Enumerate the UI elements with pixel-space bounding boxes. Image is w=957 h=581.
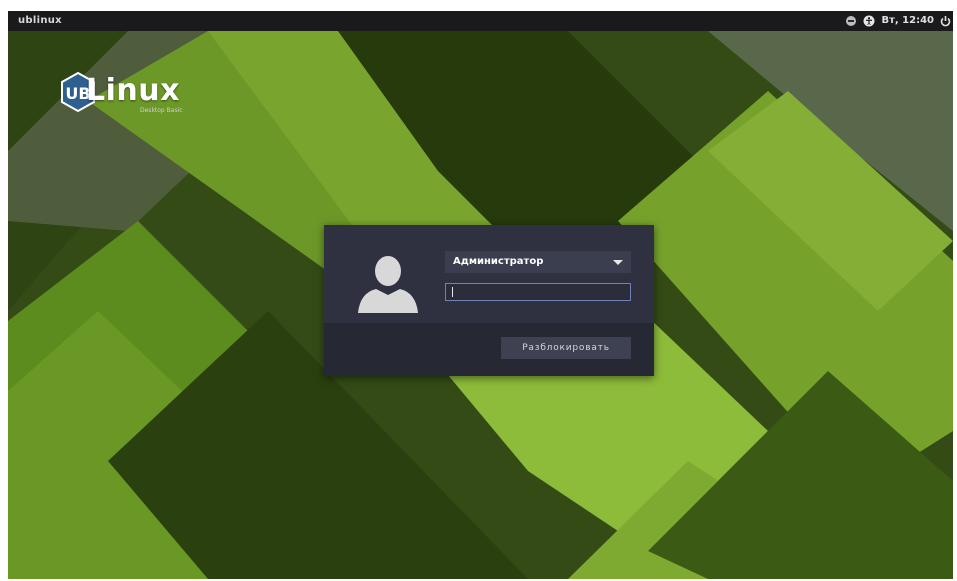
top-panel: ublinux Вт, 12:40 bbox=[8, 11, 953, 31]
password-field[interactable] bbox=[445, 283, 631, 301]
clock[interactable]: Вт, 12:40 bbox=[881, 11, 934, 31]
hostname-label: ublinux bbox=[18, 15, 62, 26]
accessibility-icon[interactable] bbox=[863, 15, 875, 27]
unlock-button[interactable]: Разблокировать bbox=[501, 337, 631, 359]
logo-subtitle: Desktop Basic bbox=[140, 107, 183, 114]
logo-name: Linux bbox=[86, 73, 180, 108]
user-avatar-icon bbox=[358, 256, 418, 313]
screen: ublinux Вт, 12:40 UB Linux Desktop Basic… bbox=[8, 11, 953, 579]
chevron-down-icon bbox=[613, 260, 623, 265]
user-select[interactable]: Администратор bbox=[445, 251, 631, 273]
network-icon[interactable] bbox=[845, 15, 857, 27]
power-icon[interactable] bbox=[940, 15, 951, 27]
lock-dialog: Администратор Разблокировать bbox=[324, 225, 654, 376]
text-cursor bbox=[452, 287, 453, 297]
system-tray: Вт, 12:40 bbox=[845, 11, 951, 31]
user-select-value: Администратор bbox=[453, 256, 544, 267]
